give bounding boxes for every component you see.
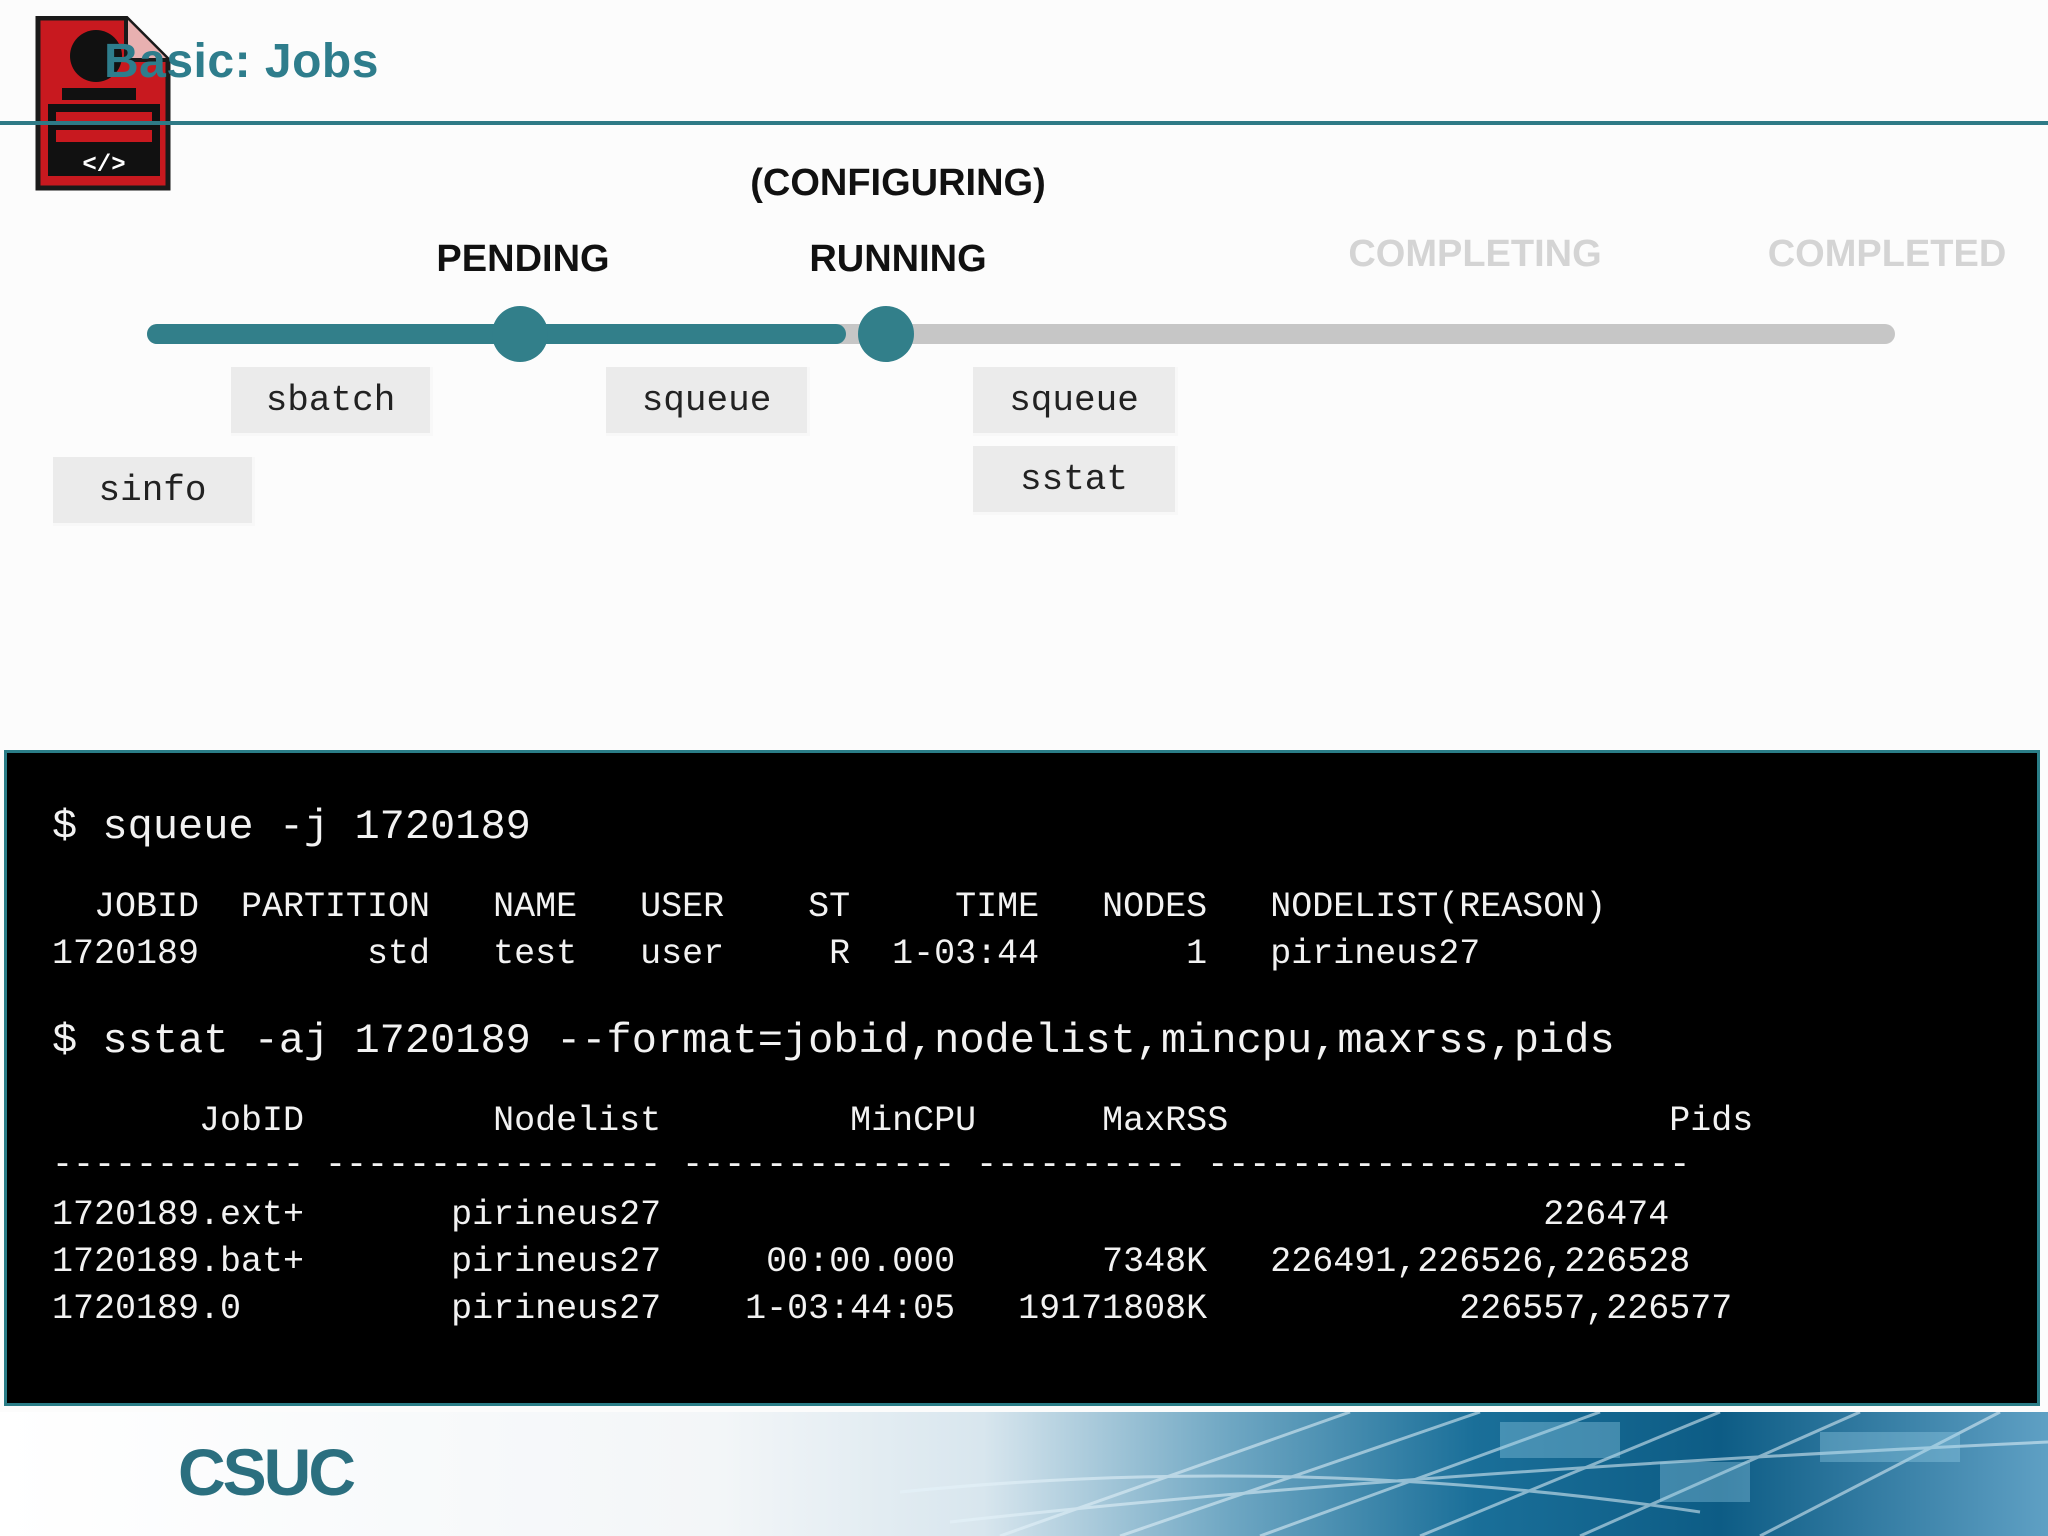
state-label-configuring: (CONFIGURING) bbox=[750, 162, 1046, 204]
svg-text:</>: </> bbox=[82, 152, 125, 179]
command-squeue-pending: squeue bbox=[606, 367, 810, 436]
sstat-row-batch: 1720189.bat+ pirineus27 00:00.000 7348K … bbox=[52, 1242, 1691, 1282]
terminal-window: $ squeue -j 1720189 JOBID PARTITION NAME… bbox=[4, 750, 2040, 1406]
command-sbatch: sbatch bbox=[231, 367, 433, 436]
timeline-node-pending bbox=[492, 306, 548, 362]
sstat-row-step0: 1720189.0 pirineus27 1-03:44:05 19171808… bbox=[52, 1289, 1733, 1329]
sstat-header-row: JobID Nodelist MinCPU MaxRSS Pids bbox=[52, 1101, 1754, 1141]
state-label-pending: PENDING bbox=[436, 238, 610, 280]
command-sstat: sstat bbox=[973, 446, 1178, 515]
command-sinfo: sinfo bbox=[53, 457, 255, 526]
command-squeue-running: squeue bbox=[973, 367, 1178, 436]
state-label-running: RUNNING bbox=[809, 238, 987, 280]
sstat-separator-row: ------------ ---------------- ----------… bbox=[52, 1145, 1691, 1185]
terminal-command-squeue: $ squeue -j 1720189 bbox=[52, 803, 531, 851]
footer-banner: CSUC bbox=[0, 1412, 2048, 1536]
sstat-row-extern: 1720189.ext+ pirineus27 226474 bbox=[52, 1195, 1670, 1235]
squeue-header-row: JOBID PARTITION NAME USER ST TIME NODES … bbox=[52, 887, 1607, 927]
page-title: Basic: Jobs bbox=[104, 35, 379, 88]
squeue-job-row: 1720189 std test user R 1-03:44 1 pirine… bbox=[52, 934, 1481, 974]
state-label-completed: COMPLETED bbox=[1767, 233, 2007, 275]
title-divider bbox=[0, 121, 2048, 125]
terminal-command-sstat: $ sstat -aj 1720189 --format=jobid,nodel… bbox=[52, 1017, 1615, 1065]
state-label-completing: COMPLETING bbox=[1348, 233, 1602, 275]
csuc-logo: CSUC bbox=[178, 1435, 356, 1509]
timeline-node-running bbox=[858, 306, 914, 362]
